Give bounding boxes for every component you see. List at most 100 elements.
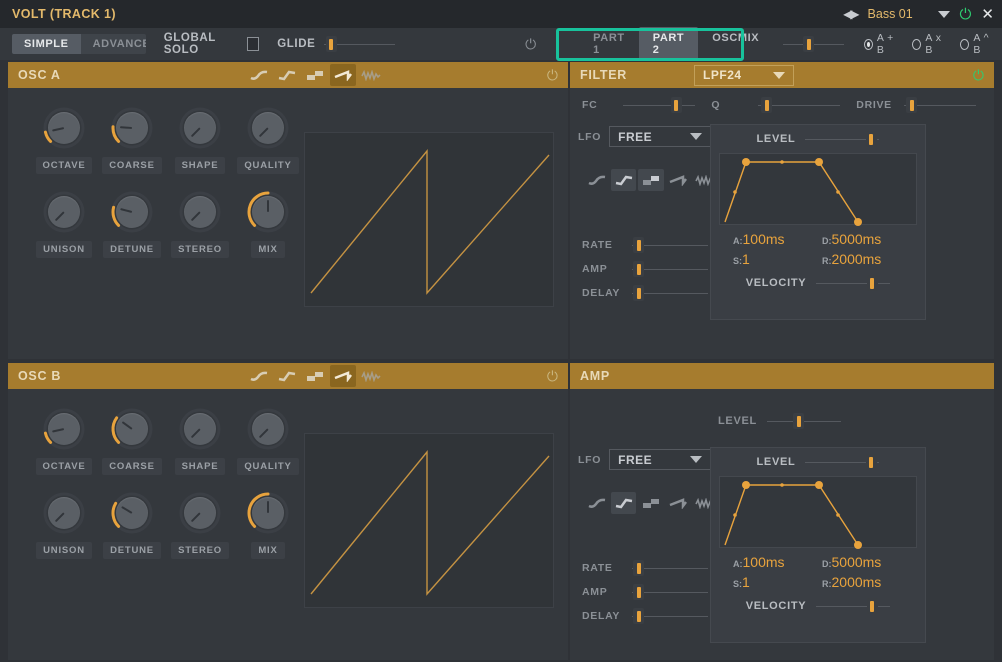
- filter-env-level-slider-handle[interactable]: [865, 131, 877, 147]
- fc-slider[interactable]: [623, 97, 696, 113]
- saw-wave-icon[interactable]: [330, 365, 356, 387]
- sine-wave-icon[interactable]: [246, 64, 272, 86]
- filter-amp-slider-handle[interactable]: [633, 261, 645, 277]
- knob-dial[interactable]: [110, 491, 154, 535]
- osc-a-power-icon[interactable]: ⏻: [547, 68, 558, 82]
- drive-slider-handle[interactable]: [906, 97, 918, 113]
- filter-amp-slider[interactable]: [632, 261, 708, 277]
- sine-wave-icon[interactable]: [584, 169, 609, 191]
- knob-mix[interactable]: MIX: [234, 491, 302, 559]
- radio-a-times-b[interactable]: A x B: [912, 32, 946, 56]
- triangle-wave-icon[interactable]: [611, 492, 637, 514]
- knob-unison[interactable]: UNISON: [30, 491, 98, 559]
- knob-shape[interactable]: SHAPE: [166, 407, 234, 475]
- knob-dial[interactable]: [110, 106, 154, 150]
- knob-unison[interactable]: UNISON: [30, 190, 98, 258]
- filter-velocity-slider-handle[interactable]: [866, 275, 878, 291]
- triangle-wave-icon[interactable]: [274, 365, 300, 387]
- knob-coarse[interactable]: COARSE: [98, 407, 166, 475]
- q-slider-handle[interactable]: [761, 97, 773, 113]
- global-solo-checkbox[interactable]: [247, 37, 260, 51]
- filter-delay-slider[interactable]: [632, 285, 708, 301]
- tab-simple[interactable]: SIMPLE: [12, 34, 81, 54]
- filter-envelope-graph[interactable]: [719, 153, 917, 226]
- oscmix-slider-handle[interactable]: [803, 36, 815, 52]
- close-icon[interactable]: ✕: [981, 7, 994, 22]
- amp-velocity-slider[interactable]: [816, 598, 891, 614]
- amp-amp-slider-handle[interactable]: [633, 584, 645, 600]
- knob-octave[interactable]: OCTAVE: [30, 106, 98, 174]
- knob-octave[interactable]: OCTAVE: [30, 407, 98, 475]
- sine-wave-icon[interactable]: [246, 365, 272, 387]
- square-wave-icon[interactable]: [638, 492, 663, 514]
- amp-rate-slider[interactable]: [632, 560, 708, 576]
- saw-wave-icon[interactable]: [330, 64, 356, 86]
- knob-dial[interactable]: [178, 491, 222, 535]
- caret-down-icon[interactable]: [937, 10, 950, 18]
- drive-slider[interactable]: [903, 97, 976, 113]
- power-icon[interactable]: ⏻: [960, 7, 972, 22]
- filter-env-level-slider[interactable]: [805, 131, 880, 147]
- knob-quality[interactable]: QUALITY: [234, 407, 302, 475]
- knob-stereo[interactable]: STEREO: [166, 491, 234, 559]
- amp-rate-slider-handle[interactable]: [633, 560, 645, 576]
- knob-dial[interactable]: [178, 407, 222, 451]
- filter-lfo-mode-dropdown[interactable]: FREE: [609, 126, 712, 147]
- filter-type-dropdown[interactable]: LPF24: [694, 64, 795, 86]
- knob-dial[interactable]: [110, 407, 154, 451]
- glide-slider[interactable]: [324, 36, 396, 52]
- knob-detune[interactable]: DETUNE: [98, 491, 166, 559]
- triangle-wave-icon[interactable]: [611, 169, 637, 191]
- knob-dial[interactable]: [246, 491, 290, 535]
- filter-power-icon[interactable]: ⏻: [973, 68, 984, 82]
- square-wave-icon[interactable]: [638, 169, 664, 191]
- tab-oscmix[interactable]: OSCMIX: [698, 27, 773, 61]
- amp-amp-slider[interactable]: [632, 584, 708, 600]
- radio-a-xor-b[interactable]: A ^ B: [960, 32, 994, 56]
- noise-wave-icon[interactable]: [358, 365, 384, 387]
- knob-mix[interactable]: MIX: [234, 190, 302, 258]
- glide-slider-handle[interactable]: [325, 36, 337, 52]
- square-wave-icon[interactable]: [302, 365, 328, 387]
- knob-coarse[interactable]: COARSE: [98, 106, 166, 174]
- knob-dial[interactable]: [42, 407, 86, 451]
- noise-wave-icon[interactable]: [358, 64, 384, 86]
- q-slider[interactable]: [758, 97, 841, 113]
- sine-wave-icon[interactable]: [584, 492, 609, 514]
- knob-dial[interactable]: [246, 190, 290, 234]
- filter-delay-slider-handle[interactable]: [633, 285, 645, 301]
- amp-envelope-graph[interactable]: [719, 476, 917, 549]
- knob-dial[interactable]: [246, 106, 290, 150]
- saw-wave-icon[interactable]: [666, 492, 691, 514]
- amp-lfo-mode-dropdown[interactable]: FREE: [609, 449, 712, 470]
- square-wave-icon[interactable]: [302, 64, 328, 86]
- knob-dial[interactable]: [178, 190, 222, 234]
- amp-velocity-slider-handle[interactable]: [866, 598, 878, 614]
- amp-level-slider[interactable]: [766, 413, 841, 429]
- radio-a-plus-b[interactable]: A + B: [863, 32, 899, 56]
- knob-detune[interactable]: DETUNE: [98, 190, 166, 258]
- osc-b-power-icon[interactable]: ⏻: [547, 369, 558, 383]
- knob-dial[interactable]: [178, 106, 222, 150]
- knob-dial[interactable]: [246, 407, 290, 451]
- amp-delay-slider[interactable]: [632, 608, 708, 624]
- knob-dial[interactable]: [42, 491, 86, 535]
- knob-dial[interactable]: [42, 106, 86, 150]
- amp-level-slider-handle[interactable]: [793, 413, 805, 429]
- knob-quality[interactable]: QUALITY: [234, 106, 302, 174]
- amp-delay-slider-handle[interactable]: [633, 608, 645, 624]
- tab-part-2[interactable]: PART 2: [638, 27, 699, 61]
- filter-rate-slider-handle[interactable]: [633, 237, 645, 253]
- preset-prev-next-icon[interactable]: ◀▶: [843, 7, 860, 21]
- knob-dial[interactable]: [110, 190, 154, 234]
- filter-velocity-slider[interactable]: [816, 275, 891, 291]
- oscmix-slider[interactable]: [783, 36, 844, 52]
- toolbar-power-icon[interactable]: ⏻: [525, 37, 536, 51]
- triangle-wave-icon[interactable]: [274, 64, 300, 86]
- fc-slider-handle[interactable]: [670, 97, 682, 113]
- amp-env-level-slider-handle[interactable]: [865, 454, 877, 470]
- tab-part-1[interactable]: PART 1: [579, 27, 639, 61]
- knob-shape[interactable]: SHAPE: [166, 106, 234, 174]
- preset-name[interactable]: Bass 01: [868, 7, 928, 21]
- filter-rate-slider[interactable]: [632, 237, 708, 253]
